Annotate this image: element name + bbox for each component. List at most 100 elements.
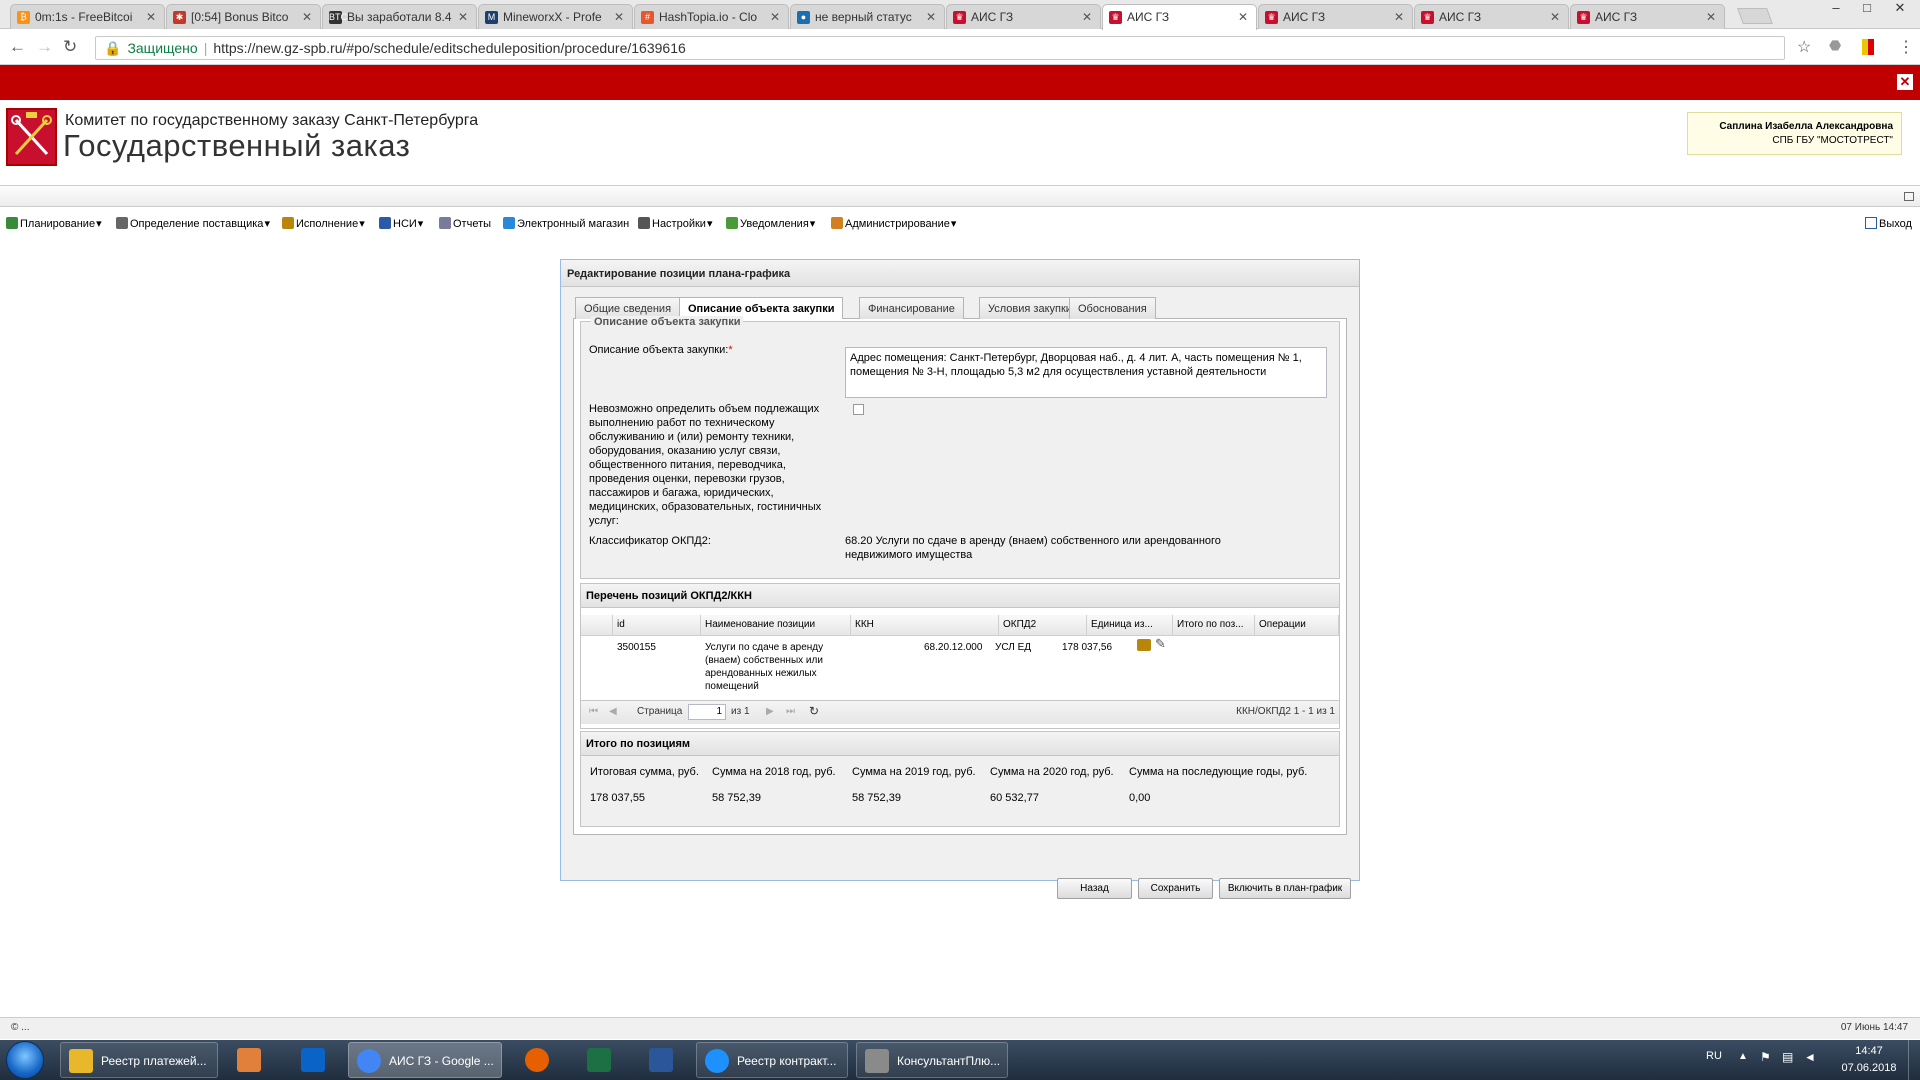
menu-item[interactable]: Уведомления▾ bbox=[726, 217, 815, 230]
maximize-icon[interactable]: □ bbox=[1853, 0, 1881, 15]
tab-close-icon[interactable]: ✕ bbox=[146, 10, 156, 24]
form-tab[interactable]: Финансирование bbox=[859, 297, 964, 319]
taskbar-word[interactable] bbox=[636, 1044, 686, 1076]
last-page-icon[interactable]: ⏭ bbox=[786, 706, 795, 717]
collapse-icon[interactable] bbox=[1904, 192, 1914, 201]
tray-volume-icon[interactable]: ◄ bbox=[1804, 1050, 1816, 1064]
bookmark-star-icon[interactable]: ☆ bbox=[1797, 37, 1811, 57]
tab-close-icon[interactable]: ✕ bbox=[1394, 10, 1404, 24]
browser-tab[interactable]: ✱ [0:54] Bonus Bitco ✕ bbox=[166, 4, 321, 29]
menu-item[interactable]: Электронный магазин bbox=[503, 217, 629, 230]
browser-tab[interactable]: ♛ АИС ГЗ ✕ bbox=[1258, 4, 1413, 29]
edit-pencil-icon[interactable]: ✎ bbox=[1155, 637, 1166, 650]
show-desktop-button[interactable] bbox=[1908, 1040, 1920, 1080]
exit-menu-item[interactable]: Выход bbox=[1865, 217, 1912, 230]
portal-title: Государственный заказ bbox=[63, 128, 411, 163]
url-separator: | bbox=[203, 40, 208, 56]
taskbar-media-player[interactable] bbox=[224, 1044, 274, 1076]
menu-item[interactable]: Планирование▾ bbox=[6, 217, 102, 230]
include-in-schedule-button[interactable]: Включить в план-график bbox=[1219, 878, 1351, 899]
close-icon[interactable]: ✕ bbox=[1897, 74, 1913, 90]
browser-tab-title: 0m:1s - FreeBitcoi bbox=[35, 10, 133, 24]
cell-id: 3500155 bbox=[617, 642, 656, 653]
taskbar-outlook[interactable] bbox=[288, 1044, 338, 1076]
menu-toolbar-strip bbox=[0, 185, 1920, 207]
tray-network-icon[interactable]: ▤ bbox=[1782, 1050, 1793, 1064]
tab-close-icon[interactable]: ✕ bbox=[770, 10, 780, 24]
browser-tab[interactable]: ₿ 0m:1s - FreeBitcoi ✕ bbox=[10, 4, 165, 29]
url-omnibox[interactable]: 🔒 Защищено | https://new.gz-spb.ru/#po/sche… bbox=[95, 36, 1785, 60]
taskbar-window-consultant[interactable]: КонсультантПлю... bbox=[856, 1042, 1008, 1078]
tray-date[interactable]: 07.06.2018 bbox=[1840, 1062, 1898, 1074]
browser-tab[interactable]: ♛ АИС ГЗ ✕ bbox=[1570, 4, 1725, 29]
grid-column-header[interactable]: Операции bbox=[1255, 615, 1339, 636]
language-indicator[interactable]: RU bbox=[1706, 1050, 1722, 1062]
menu-item-label: Планирование bbox=[20, 218, 96, 230]
taskbar-window-ie[interactable]: Реестр контракт... bbox=[696, 1042, 848, 1078]
browser-tab[interactable]: ● не верный статус ✕ bbox=[790, 4, 945, 29]
tab-close-icon[interactable]: ✕ bbox=[1706, 10, 1716, 24]
taskbar-window-chrome[interactable]: АИС ГЗ - Google ... bbox=[348, 1042, 502, 1078]
tab-close-icon[interactable]: ✕ bbox=[614, 10, 624, 24]
tab-favicon-icon: BTC bbox=[329, 11, 347, 24]
tab-close-icon[interactable]: ✕ bbox=[1082, 10, 1092, 24]
tab-close-icon[interactable]: ✕ bbox=[926, 10, 936, 24]
save-button[interactable]: Сохранить bbox=[1138, 878, 1213, 899]
first-page-icon[interactable]: ⏮ bbox=[589, 706, 598, 717]
new-tab-button[interactable] bbox=[1737, 8, 1773, 24]
reload-icon[interactable]: ↻ bbox=[63, 37, 77, 57]
tab-close-icon[interactable]: ✕ bbox=[1238, 10, 1248, 24]
menu-item[interactable]: Настройки▾ bbox=[638, 217, 712, 230]
browser-tab[interactable]: ♛ АИС ГЗ ✕ bbox=[1102, 4, 1257, 30]
description-label-text: Описание объекта закупки: bbox=[589, 344, 729, 356]
taskbar-window-payments[interactable]: Реестр платежей... bbox=[60, 1042, 218, 1078]
tray-time[interactable]: 14:47 bbox=[1840, 1045, 1898, 1057]
volume-undefined-checkbox[interactable] bbox=[853, 404, 864, 415]
view-details-icon[interactable] bbox=[1137, 639, 1151, 651]
extension-icon[interactable]: ⬣ bbox=[1829, 37, 1841, 54]
page-number-input[interactable]: 1 bbox=[688, 704, 726, 720]
dropdown-arrow-icon: ▾ bbox=[96, 218, 102, 230]
grid-column-header[interactable]: Единица из... bbox=[1087, 615, 1173, 636]
chrome-menu-icon[interactable]: ⋮ bbox=[1898, 37, 1914, 57]
menu-item[interactable]: Администрирование▾ bbox=[831, 217, 956, 230]
grid-column-header[interactable]: id bbox=[613, 615, 701, 636]
tray-expand-icon[interactable]: ▲ bbox=[1738, 1051, 1748, 1062]
required-mark: * bbox=[728, 344, 733, 356]
menu-item[interactable]: Отчеты bbox=[439, 217, 491, 230]
start-button[interactable] bbox=[6, 1041, 44, 1079]
browser-tab[interactable]: # HashTopia.io - Clo ✕ bbox=[634, 4, 789, 29]
back-button[interactable]: Назад bbox=[1057, 878, 1132, 899]
browser-tab[interactable]: ♛ АИС ГЗ ✕ bbox=[1414, 4, 1569, 29]
minimize-icon[interactable]: – bbox=[1822, 0, 1850, 15]
taskbar-firefox[interactable] bbox=[512, 1044, 562, 1076]
tray-flag-icon[interactable]: ⚑ bbox=[1760, 1050, 1771, 1064]
menu-item[interactable]: Определение поставщика▾ bbox=[116, 217, 270, 230]
back-arrow-icon[interactable]: ← bbox=[9, 37, 26, 57]
browser-tab[interactable]: BTC Вы заработали 8.4 ✕ bbox=[322, 4, 477, 29]
next-page-icon[interactable]: ▶ bbox=[766, 706, 774, 717]
grid-column-header[interactable]: Наименование позиции bbox=[701, 615, 851, 636]
description-textarea[interactable]: Адрес помещения: Санкт-Петербург, Дворцо… bbox=[845, 347, 1327, 398]
spb-crest-logo bbox=[6, 108, 57, 166]
refresh-icon[interactable]: ↻ bbox=[809, 704, 819, 718]
extension-flag-icon[interactable] bbox=[1862, 39, 1874, 55]
close-window-icon[interactable]: ✕ bbox=[1886, 0, 1914, 16]
browser-tab[interactable]: M MineworxX - Profe ✕ bbox=[478, 4, 633, 29]
form-tab[interactable]: Условия закупки bbox=[979, 297, 1081, 319]
grid-column-header[interactable]: ОКПД2 bbox=[999, 615, 1087, 636]
prev-page-icon[interactable]: ◀ bbox=[609, 706, 617, 717]
grid-column-header[interactable]: ККН bbox=[851, 615, 999, 636]
menu-item-label: Электронный магазин bbox=[517, 218, 630, 230]
menu-item[interactable]: НСИ▾ bbox=[379, 217, 423, 230]
grid-column-header[interactable]: Итого по поз... bbox=[1173, 615, 1255, 636]
forward-arrow-icon[interactable]: → bbox=[36, 37, 53, 57]
menu-item[interactable]: Исполнение▾ bbox=[282, 217, 365, 230]
browser-tab[interactable]: ♛ АИС ГЗ ✕ bbox=[946, 4, 1101, 29]
taskbar-excel[interactable] bbox=[574, 1044, 624, 1076]
table-row[interactable]: 3500155 Услуги по сдаче в аренду (внаем)… bbox=[581, 637, 1339, 695]
tab-close-icon[interactable]: ✕ bbox=[302, 10, 312, 24]
tab-close-icon[interactable]: ✕ bbox=[458, 10, 468, 24]
form-tab[interactable]: Обоснования bbox=[1069, 297, 1156, 319]
tab-close-icon[interactable]: ✕ bbox=[1550, 10, 1560, 24]
